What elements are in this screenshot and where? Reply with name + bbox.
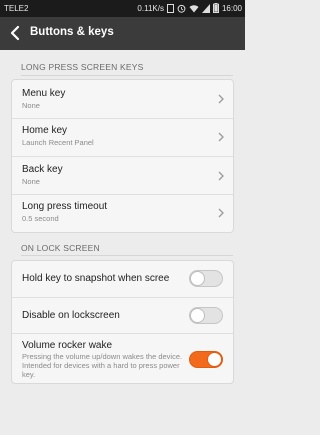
clock: 16:00 [221,3,242,13]
list-item-volume-rocker-wake[interactable]: Volume rocker wake Pressing the volume u… [12,333,233,383]
network-speed: 0.11K/s [137,3,164,13]
item-label: Back key [22,164,63,175]
item-value: None [22,101,40,110]
list-item-long-press-timeout[interactable]: Long press timeout 0.5 second [12,194,233,232]
title-bar: Buttons & keys [0,17,245,50]
list-item-menu-key[interactable]: Menu key None [12,80,233,118]
item-value: 0.5 second [22,214,59,223]
list-item-back-key[interactable]: Back key None [12,156,233,194]
chevron-right-icon [218,171,224,181]
carrier-label: TELE2 [4,4,29,13]
list-item-disable-lockscreen[interactable]: Disable on lockscreen [12,297,233,333]
item-description: Pressing the volume up/down wakes the de… [22,352,183,379]
item-label: Disable on lockscreen [22,310,120,321]
snapshot-toggle[interactable] [189,270,223,287]
item-value: None [22,177,40,186]
back-arrow-icon[interactable] [9,25,23,41]
lock-screen-card: Hold key to snapshot when scree Disable … [11,260,234,384]
item-label: Long press timeout [22,201,108,212]
list-item-home-key[interactable]: Home key Launch Recent Panel [12,118,233,156]
item-value: Launch Recent Panel [22,138,94,147]
alarm-icon [177,4,186,13]
chevron-right-icon [218,94,224,104]
toggle-knob [207,352,222,367]
item-label: Home key [22,125,68,136]
toggle-knob [190,308,205,323]
chevron-right-icon [218,132,224,142]
disable-lockscreen-toggle[interactable] [189,307,223,324]
long-press-card: Menu key None Home key Launch Recent Pan… [11,79,234,233]
page-title: Buttons & keys [30,26,114,38]
section-divider [21,75,233,76]
wifi-icon [189,4,199,12]
sim-icon [166,3,174,13]
chevron-right-icon [218,208,224,218]
section-divider [21,255,233,256]
item-label: Menu key [22,88,66,99]
section-header-lock-screen: ON LOCK SCREEN [21,243,100,253]
section-header-long-press: LONG PRESS SCREEN KEYS [21,62,144,72]
list-item-snapshot[interactable]: Hold key to snapshot when scree [12,261,233,297]
toggle-knob [190,271,205,286]
status-bar: TELE2 0.11K/s 16:00 [0,0,245,17]
signal-icon [201,3,210,13]
item-label: Hold key to snapshot when scree [22,273,170,284]
battery-icon [212,3,219,13]
volume-rocker-wake-toggle[interactable] [189,351,223,368]
item-label: Volume rocker wake [22,340,113,351]
